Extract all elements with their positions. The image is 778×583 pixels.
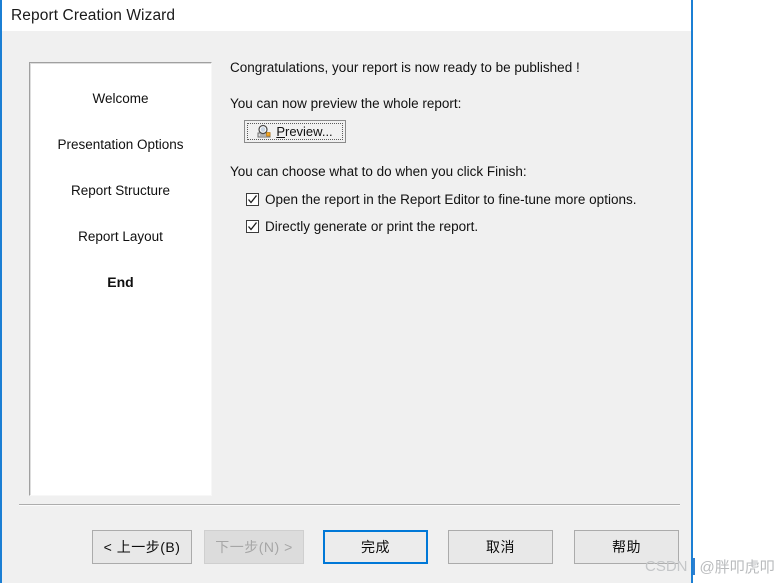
checkbox-row-open-report-editor[interactable]: Open the report in the Report Editor to … (246, 191, 675, 208)
window-body: Welcome Presentation Options Report Stru… (4, 31, 689, 583)
footer-separator (19, 504, 680, 506)
checkbox-label-directly-generate: Directly generate or print the report. (265, 218, 478, 235)
print-preview-icon (257, 124, 273, 139)
watermark-handle: @胖叩虎叩 (699, 559, 775, 576)
checkbox-label-directly-post: enerate or print the report. (321, 219, 479, 234)
wizard-steps-panel: Welcome Presentation Options Report Stru… (29, 62, 212, 496)
preview-button-mnemonic: P (276, 124, 285, 139)
cancel-button[interactable]: 取消 (448, 530, 553, 564)
checkbox-label-open-text: Open the report in the Report Editor to … (265, 192, 637, 207)
title-bar: Report Creation Wizard (2, 0, 691, 31)
checkbox-open-report-editor[interactable] (246, 193, 259, 206)
next-button: 下一步(N) > (204, 530, 304, 564)
footer-button-bar: < 上一步(B) 下一步(N) > 完成 取消 帮助 (4, 530, 689, 570)
checkbox-row-directly-generate[interactable]: Directly generate or print the report. (246, 218, 675, 235)
preview-button[interactable]: Preview... (244, 120, 346, 143)
preview-button-rest: review... (284, 124, 333, 139)
checkbox-directly-generate[interactable] (246, 220, 259, 233)
preview-prompt-text: You can now preview the whole report: (230, 96, 462, 111)
wizard-step-welcome: Welcome (92, 91, 149, 106)
wizard-content-area: Congratulations, your report is now read… (230, 59, 675, 245)
csdn-watermark: CSDN @胖叩虎叩 (645, 556, 775, 577)
finish-prompt-text: You can choose what to do when you click… (230, 164, 527, 179)
checkbox-label-directly-pre: Directly (265, 219, 314, 234)
wizard-step-report-layout: Report Layout (78, 229, 163, 244)
wizard-step-presentation-options: Presentation Options (57, 137, 184, 152)
finish-button[interactable]: 完成 (323, 530, 428, 564)
watermark-brand: CSDN (645, 558, 688, 575)
preview-button-focus-ring: Preview... (247, 123, 343, 140)
congratulations-text: Congratulations, your report is now read… (230, 60, 580, 75)
window-title: Report Creation Wizard (11, 6, 176, 24)
watermark-divider (692, 558, 695, 575)
report-creation-wizard-window: Report Creation Wizard Welcome Presentat… (0, 0, 693, 583)
checkbox-label-open-report-editor: Open the report in the Report Editor to … (265, 191, 636, 208)
preview-button-label: Preview... (276, 124, 332, 139)
wizard-step-report-structure: Report Structure (70, 183, 171, 198)
back-button[interactable]: < 上一步(B) (92, 530, 192, 564)
checkmark-icon (248, 222, 258, 231)
checkmark-icon (248, 195, 258, 204)
wizard-step-end: End (107, 274, 134, 290)
